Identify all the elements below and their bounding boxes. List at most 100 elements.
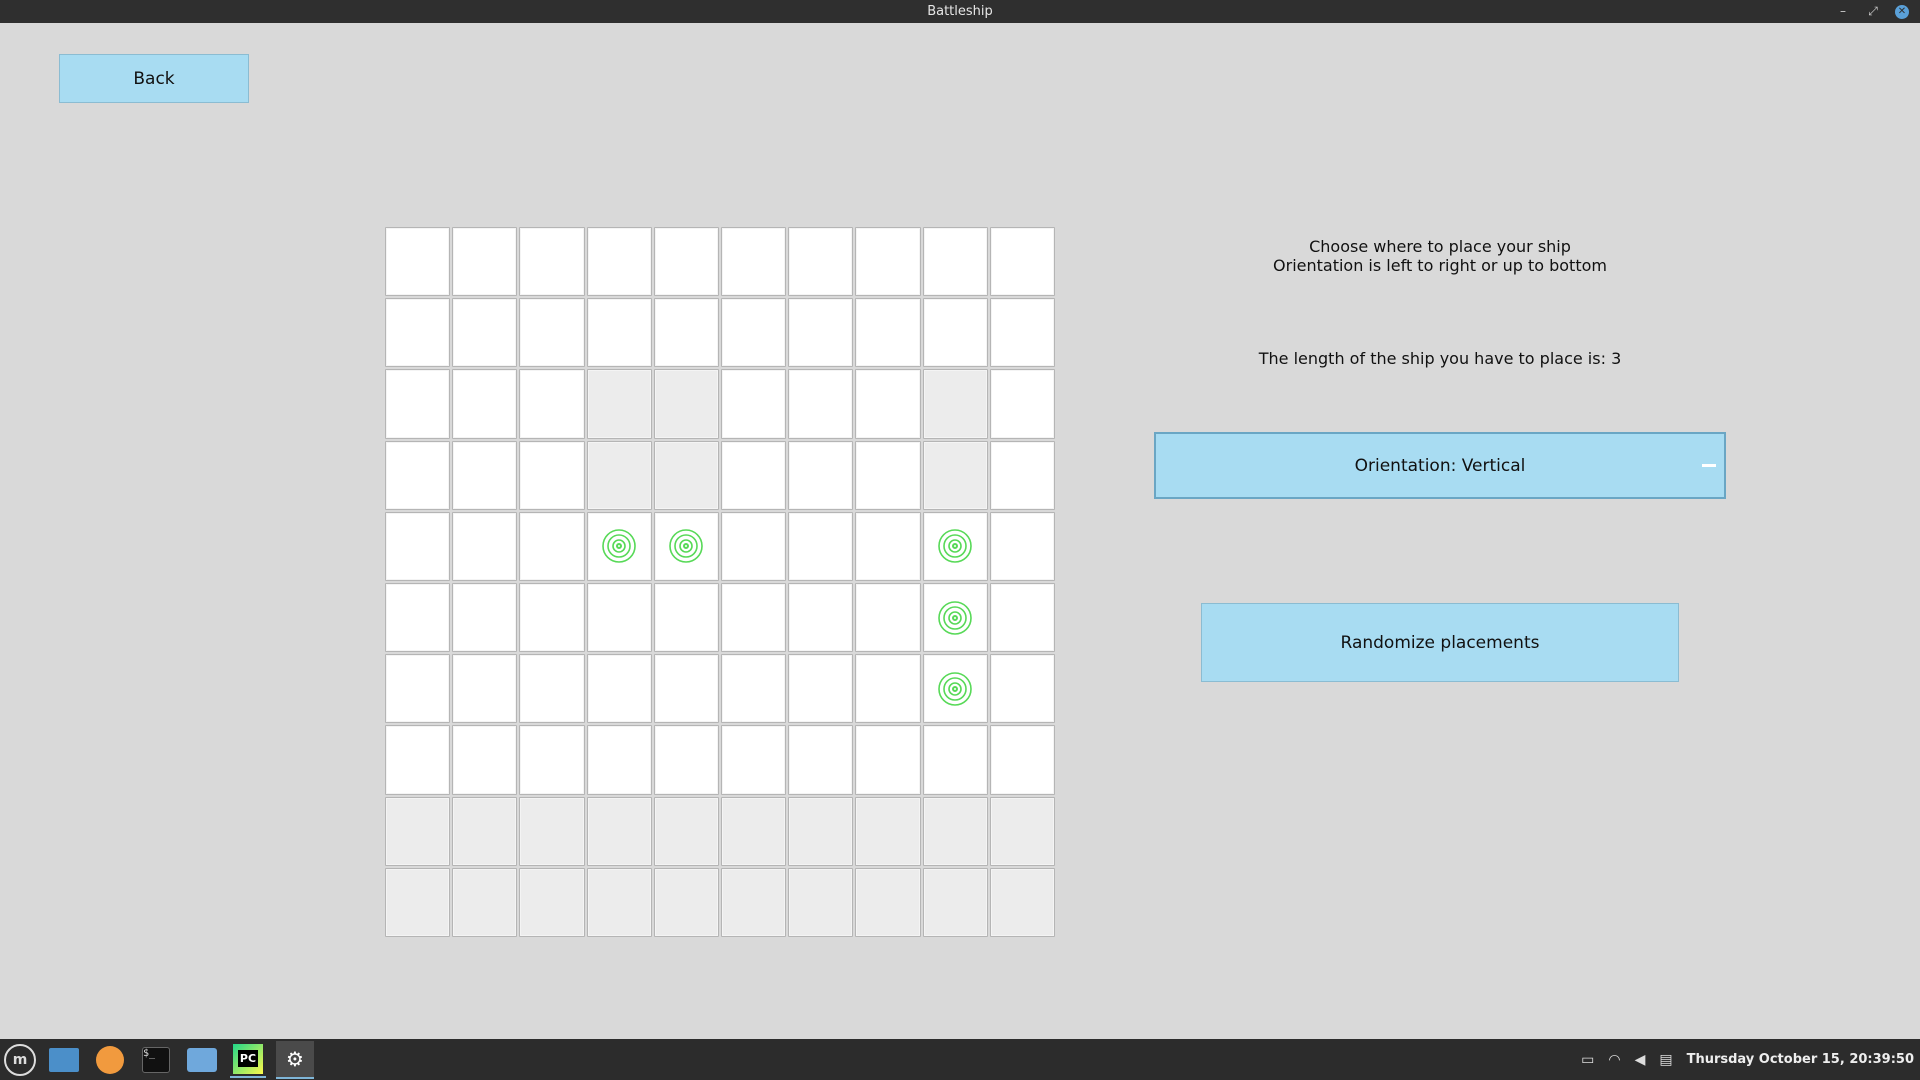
board-cell[interactable]	[922, 725, 988, 795]
board-cell[interactable]	[653, 440, 719, 510]
board-cell[interactable]	[586, 582, 652, 653]
board-cell[interactable]	[788, 440, 854, 510]
board-cell[interactable]	[855, 582, 921, 653]
board-cell[interactable]	[720, 582, 787, 653]
board-cell[interactable]	[788, 227, 854, 297]
board-cell[interactable]	[788, 654, 854, 724]
board-cell[interactable]	[922, 582, 988, 653]
board-cell[interactable]	[653, 369, 719, 439]
board-cell[interactable]	[452, 796, 518, 866]
board-cell[interactable]	[720, 654, 787, 724]
board-cell[interactable]	[989, 440, 1055, 510]
board-cell[interactable]	[519, 440, 585, 510]
board-cell[interactable]	[989, 227, 1055, 297]
board-cell[interactable]	[855, 725, 921, 795]
board-cell[interactable]	[519, 369, 585, 439]
maximize-icon[interactable]: ⤢	[1862, 0, 1884, 23]
board-cell[interactable]	[519, 654, 585, 724]
board-cell[interactable]	[452, 440, 518, 510]
board-cell[interactable]	[989, 298, 1055, 368]
minimize-icon[interactable]: –	[1832, 0, 1854, 23]
board-cell[interactable]	[519, 511, 585, 581]
board-cell[interactable]	[653, 867, 719, 937]
board-cell[interactable]	[385, 227, 451, 297]
board-cell[interactable]	[989, 511, 1055, 581]
board-cell[interactable]	[989, 867, 1055, 937]
board-cell[interactable]	[385, 867, 451, 937]
mint-menu-icon[interactable]: m	[4, 1043, 36, 1076]
board-cell[interactable]	[519, 725, 585, 795]
board-cell[interactable]	[855, 867, 921, 937]
board-cell[interactable]	[586, 654, 652, 724]
board-cell[interactable]	[452, 511, 518, 581]
board-cell[interactable]	[452, 227, 518, 297]
board-cell[interactable]	[788, 796, 854, 866]
board-cell[interactable]	[788, 582, 854, 653]
board-cell[interactable]	[720, 867, 787, 937]
board-cell[interactable]	[989, 582, 1055, 653]
board-cell[interactable]	[653, 298, 719, 368]
updates-icon[interactable]: ▭	[1581, 1052, 1594, 1068]
board-cell[interactable]	[653, 725, 719, 795]
board-cell[interactable]	[653, 582, 719, 653]
board-cell[interactable]	[519, 867, 585, 937]
pycharm-launcher[interactable]: PC	[230, 1042, 266, 1078]
settings-icon[interactable]: ⚙	[276, 1040, 314, 1079]
firefox-launcher[interactable]	[92, 1042, 128, 1078]
board-cell[interactable]	[653, 796, 719, 866]
board-cell[interactable]	[989, 796, 1055, 866]
board-cell[interactable]	[922, 867, 988, 937]
board-cell[interactable]	[519, 796, 585, 866]
board-cell[interactable]	[653, 654, 719, 724]
board-cell[interactable]	[788, 725, 854, 795]
board-cell[interactable]	[519, 227, 585, 297]
board-cell[interactable]	[855, 298, 921, 368]
board-cell[interactable]	[720, 511, 787, 581]
board-cell[interactable]	[922, 654, 988, 724]
board-cell[interactable]	[922, 227, 988, 297]
board-cell[interactable]	[586, 511, 652, 581]
board-cell[interactable]	[720, 725, 787, 795]
board-cell[interactable]	[385, 582, 451, 653]
board-cell[interactable]	[989, 369, 1055, 439]
board-cell[interactable]	[720, 796, 787, 866]
board-cell[interactable]	[586, 796, 652, 866]
board-cell[interactable]	[452, 582, 518, 653]
board-cell[interactable]	[922, 298, 988, 368]
board-cell[interactable]	[586, 298, 652, 368]
folder-launcher[interactable]	[184, 1042, 220, 1078]
board-cell[interactable]	[586, 725, 652, 795]
board-cell[interactable]	[385, 725, 451, 795]
board-cell[interactable]	[385, 298, 451, 368]
board-cell[interactable]	[385, 440, 451, 510]
files-launcher[interactable]	[46, 1042, 82, 1078]
clock[interactable]: Thursday October 15, 20:39:50	[1687, 1052, 1914, 1067]
board-cell[interactable]	[452, 298, 518, 368]
board-cell[interactable]	[922, 796, 988, 866]
board-cell[interactable]	[855, 796, 921, 866]
wifi-icon[interactable]: ◠	[1608, 1052, 1620, 1068]
board-cell[interactable]	[855, 369, 921, 439]
board-cell[interactable]	[452, 654, 518, 724]
board-cell[interactable]	[855, 654, 921, 724]
board-cell[interactable]	[788, 369, 854, 439]
board-cell[interactable]	[385, 796, 451, 866]
board-cell[interactable]	[385, 654, 451, 724]
board-cell[interactable]	[385, 511, 451, 581]
board-cell[interactable]	[720, 440, 787, 510]
board-cell[interactable]	[922, 369, 988, 439]
board-cell[interactable]	[720, 298, 787, 368]
board-cell[interactable]	[720, 369, 787, 439]
board-cell[interactable]	[989, 725, 1055, 795]
board-cell[interactable]	[855, 227, 921, 297]
board-cell[interactable]	[720, 227, 787, 297]
board-cell[interactable]	[586, 867, 652, 937]
board-cell[interactable]	[788, 867, 854, 937]
board-cell[interactable]	[855, 511, 921, 581]
board-cell[interactable]	[922, 440, 988, 510]
board-cell[interactable]	[989, 654, 1055, 724]
clipboard-icon[interactable]: ▤	[1659, 1052, 1672, 1068]
board-cell[interactable]	[586, 369, 652, 439]
back-button[interactable]: Back	[59, 54, 249, 103]
board-cell[interactable]	[519, 298, 585, 368]
